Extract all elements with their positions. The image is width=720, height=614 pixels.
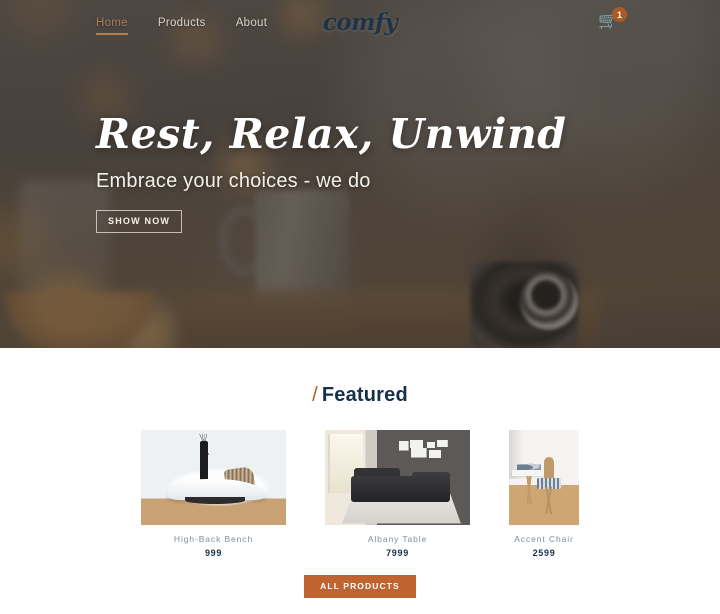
cart-count-badge: 1 bbox=[612, 7, 627, 22]
product-card[interactable]: Albany Table 7999 bbox=[325, 430, 470, 558]
featured-section: / Featured High-Back Bench 999 Albany Ta… bbox=[0, 348, 720, 614]
product-image-albany-table[interactable] bbox=[325, 430, 470, 525]
featured-products-grid: High-Back Bench 999 Albany Table 7999 Ac… bbox=[0, 430, 720, 558]
nav-link-about[interactable]: About bbox=[236, 17, 268, 33]
nav-links-list: Home Products About bbox=[96, 13, 268, 35]
product-price: 999 bbox=[204, 548, 223, 558]
product-price: 7999 bbox=[386, 548, 409, 558]
page-root: Home Products About comfy 🛒 1 Rest, Rela… bbox=[0, 0, 720, 614]
all-products-container: ALL PRODUCTS bbox=[0, 575, 720, 598]
hero-title: Rest, Relax, Unwind bbox=[96, 110, 567, 158]
bench-leg-shape bbox=[184, 496, 246, 505]
product-name: High-Back Bench bbox=[173, 534, 254, 544]
main-navigation: Home Products About comfy 🛒 1 bbox=[0, 0, 720, 44]
featured-heading-text: Featured bbox=[321, 384, 408, 406]
product-name: Albany Table bbox=[367, 534, 428, 544]
product-card[interactable]: High-Back Bench 999 bbox=[141, 430, 286, 558]
featured-heading: / Featured bbox=[0, 384, 720, 407]
decor-vase bbox=[200, 441, 208, 484]
decor-picture-frames bbox=[397, 439, 459, 468]
product-image-high-back-bench[interactable] bbox=[141, 430, 286, 525]
hero-section: Home Products About comfy 🛒 1 Rest, Rela… bbox=[0, 0, 720, 348]
cart-button[interactable]: 🛒 1 bbox=[598, 7, 627, 35]
nav-item-about[interactable]: About bbox=[236, 13, 268, 31]
chair-legs-shape bbox=[537, 487, 561, 514]
all-products-button[interactable]: ALL PRODUCTS bbox=[304, 575, 416, 598]
nav-item-products[interactable]: Products bbox=[158, 13, 206, 31]
product-name: Accent Chair bbox=[514, 534, 574, 544]
show-now-button[interactable]: SHOW NOW bbox=[96, 209, 183, 233]
nav-link-home[interactable]: Home bbox=[96, 17, 128, 35]
nav-item-home[interactable]: Home bbox=[96, 13, 128, 35]
product-card[interactable]: Accent Chair 2599 bbox=[509, 430, 579, 558]
sofa-body-shape bbox=[351, 475, 450, 503]
product-price: 2599 bbox=[532, 548, 556, 558]
hero-content: Rest, Relax, Unwind Embrace your choices… bbox=[96, 110, 567, 233]
nav-link-products[interactable]: Products bbox=[158, 17, 206, 33]
product-image-accent-chair[interactable] bbox=[509, 430, 579, 525]
hero-subtitle: Embrace your choices - we do bbox=[96, 169, 371, 192]
featured-slash-accent: / bbox=[312, 384, 318, 406]
